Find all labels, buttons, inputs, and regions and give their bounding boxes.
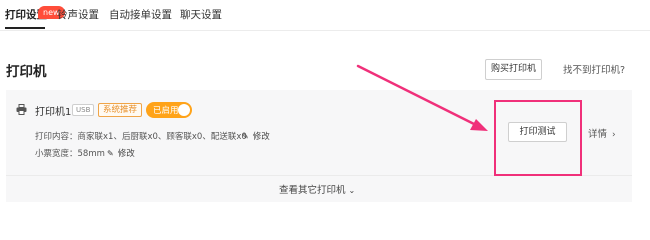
edit-label: 修改 — [117, 149, 135, 159]
edit-receipt-width-link[interactable]: ✎ 修改 — [107, 147, 135, 159]
printer-name: 打印机1 — [35, 107, 72, 118]
cant-find-printer-link[interactable]: 找不到打印机? — [563, 62, 625, 76]
edit-print-content-link[interactable]: ✎ 修改 — [242, 130, 270, 142]
tab-chat-settings[interactable]: 聊天设置 — [180, 7, 222, 22]
print-content-info: 打印内容：商家联x1、后厨联x0、顾客联x0、配送联x0 — [35, 132, 247, 142]
pencil-icon: ✎ — [242, 132, 249, 141]
tab-print-settings[interactable]: 打印设置 new — [5, 6, 65, 22]
chevron-down-icon: ⌄ — [348, 186, 356, 195]
tab-active-underline — [5, 27, 45, 29]
print-test-button[interactable]: 打印测试 — [508, 122, 567, 142]
receipt-width-info: 小票宽度：58mm — [35, 149, 105, 159]
section-title: 打印机 — [6, 64, 47, 80]
view-more-label: 查看其它打印机 — [279, 185, 346, 196]
settings-tabs: 打印设置 new 铃声设置 自动接单设置 聊天设置 — [0, 0, 650, 31]
buy-printer-button[interactable]: 购买打印机 — [485, 59, 542, 80]
printer-icon — [16, 104, 27, 115]
usb-tag: USB — [72, 104, 95, 116]
details-link[interactable]: 详情 › — [588, 126, 616, 140]
toggle-status-label: 已启用 — [153, 106, 179, 116]
view-other-printers-link[interactable]: 查看其它打印机 ⌄ — [279, 182, 355, 196]
edit-label: 修改 — [252, 132, 270, 142]
details-label: 详情 — [588, 129, 608, 140]
pencil-icon: ✎ — [107, 149, 114, 158]
chevron-right-icon: › — [612, 130, 616, 140]
system-recommend-tag: 系统推荐 — [98, 103, 143, 117]
tab-auto-accept-settings[interactable]: 自动接单设置 — [109, 7, 172, 22]
enabled-toggle[interactable]: 已启用 — [146, 102, 192, 118]
tab-ringtone-settings[interactable]: 铃声设置 — [57, 7, 99, 22]
toggle-knob — [178, 104, 190, 116]
